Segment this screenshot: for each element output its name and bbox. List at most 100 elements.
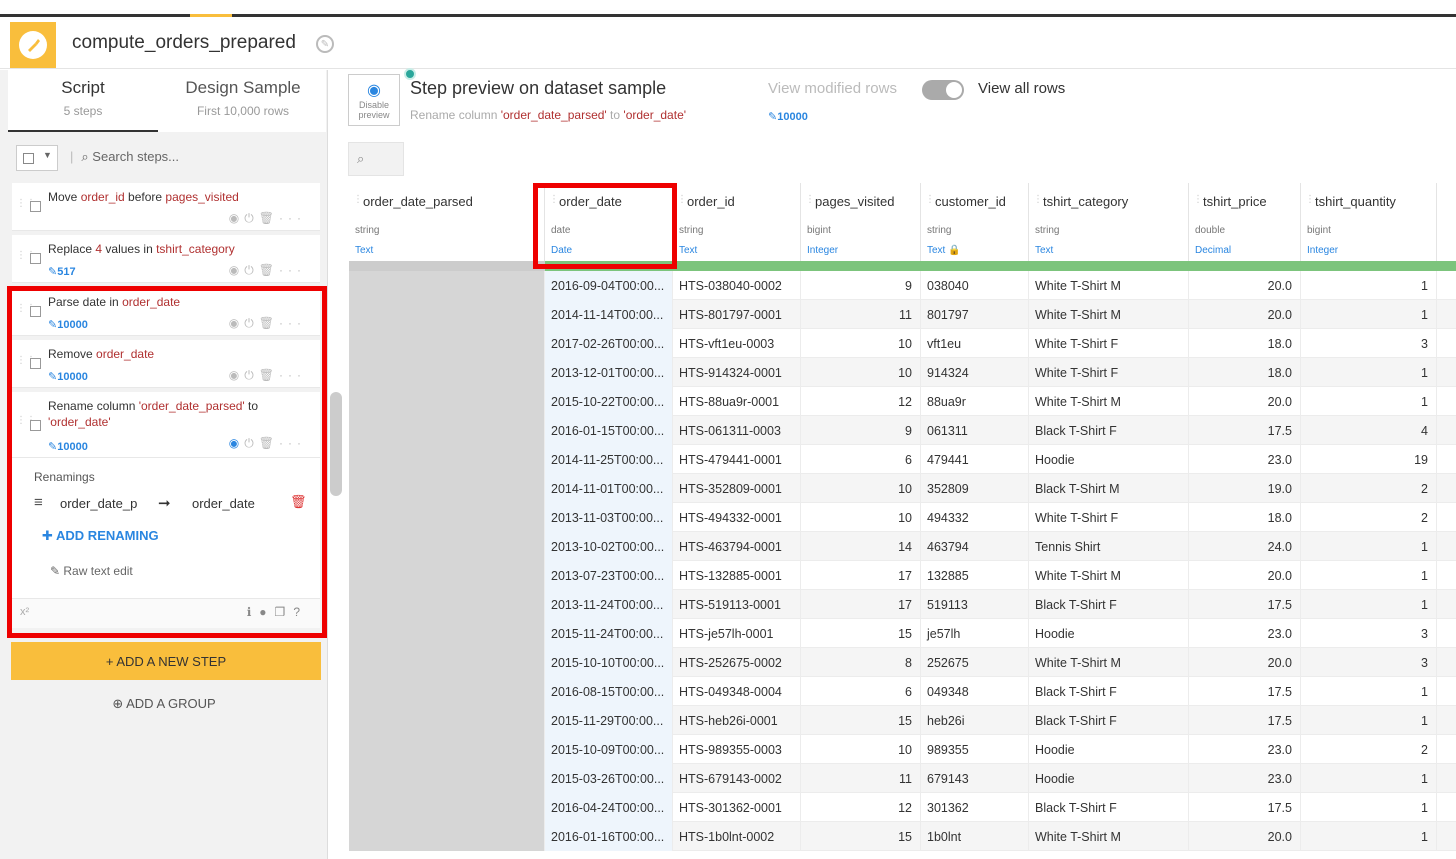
select-all-checkbox[interactable] bbox=[23, 153, 34, 164]
table-cell[interactable]: 18.0 bbox=[1189, 503, 1301, 532]
table-cell[interactable]: 23.0 bbox=[1189, 445, 1301, 474]
column-storage-type[interactable]: date bbox=[551, 225, 570, 236]
table-cell[interactable]: 20.0 bbox=[1189, 648, 1301, 677]
reorder-icon[interactable]: ≡ bbox=[34, 494, 43, 511]
table-cell[interactable]: 23.0 bbox=[1189, 764, 1301, 793]
table-cell[interactable]: 519113 bbox=[921, 590, 1029, 619]
table-cell[interactable]: 20.0 bbox=[1189, 561, 1301, 590]
column-header-order-date-parsed[interactable]: ⋮ order_date_parsed string Text bbox=[349, 183, 545, 261]
table-cell[interactable] bbox=[349, 445, 545, 474]
table-cell[interactable]: 1 bbox=[1301, 677, 1437, 706]
column-meaning[interactable]: Integer bbox=[1307, 245, 1338, 256]
column-storage-type[interactable]: double bbox=[1195, 225, 1225, 236]
column-name[interactable]: order_date_parsed bbox=[363, 194, 473, 209]
table-row[interactable]: 2015-03-26T00:00... HTS-679143-0002 11 6791… bbox=[349, 764, 1456, 793]
table-cell[interactable]: HTS-88ua9r-0001 bbox=[673, 387, 801, 416]
table-cell[interactable] bbox=[349, 706, 545, 735]
table-row[interactable]: 2015-10-22T00:00... HTS-88ua9r-0001 12 88ua… bbox=[349, 387, 1456, 416]
table-cell[interactable]: 2 bbox=[1301, 503, 1437, 532]
renaming-from-input[interactable]: order_date_p bbox=[60, 496, 137, 511]
table-cell[interactable]: 2013-12-01T00:00... bbox=[545, 358, 673, 387]
table-cell[interactable] bbox=[349, 822, 545, 851]
select-all-dropdown[interactable]: ▼ bbox=[16, 145, 58, 171]
drag-handle-icon[interactable]: ⋮ bbox=[677, 194, 687, 205]
table-cell[interactable]: 2013-11-03T00:00... bbox=[545, 503, 673, 532]
table-cell[interactable]: 17.5 bbox=[1189, 706, 1301, 735]
table-cell[interactable]: 10 bbox=[801, 329, 921, 358]
table-cell[interactable]: 17.5 bbox=[1189, 590, 1301, 619]
table-cell[interactable]: HTS-252675-0002 bbox=[673, 648, 801, 677]
step-actions[interactable]: ◉⏻🗑··· bbox=[229, 211, 306, 226]
table-cell[interactable]: White T-Shirt M bbox=[1029, 648, 1189, 677]
table-cell[interactable] bbox=[349, 300, 545, 329]
table-cell[interactable]: HTS-heb26i-0001 bbox=[673, 706, 801, 735]
table-cell[interactable]: 2 bbox=[1301, 735, 1437, 764]
table-cell[interactable]: HTS-519113-0001 bbox=[673, 590, 801, 619]
table-row[interactable]: 2016-08-15T00:00... HTS-049348-0004 6 04934… bbox=[349, 677, 1456, 706]
add-group-button[interactable]: ⊕ ADD A GROUP bbox=[0, 696, 328, 712]
drag-handle-icon[interactable]: ⋮ bbox=[549, 194, 559, 205]
table-cell[interactable]: 18.0 bbox=[1189, 358, 1301, 387]
table-cell[interactable]: 1 bbox=[1301, 561, 1437, 590]
table-row[interactable]: 2016-01-15T00:00... HTS-061311-0003 9 06131… bbox=[349, 416, 1456, 445]
table-cell[interactable]: HTS-061311-0003 bbox=[673, 416, 801, 445]
table-cell[interactable]: Black T-Shirt F bbox=[1029, 706, 1189, 735]
table-cell[interactable]: 15 bbox=[801, 822, 921, 851]
recipe-title[interactable]: compute_orders_prepared bbox=[72, 32, 296, 54]
table-cell[interactable]: HTS-914324-0001 bbox=[673, 358, 801, 387]
table-cell[interactable]: 20.0 bbox=[1189, 822, 1301, 851]
table-cell[interactable]: 20.0 bbox=[1189, 271, 1301, 300]
table-cell[interactable]: 038040 bbox=[921, 271, 1029, 300]
drag-handle-icon[interactable]: ⋮ bbox=[805, 194, 815, 205]
table-cell[interactable] bbox=[349, 271, 545, 300]
table-cell[interactable]: Black T-Shirt M bbox=[1029, 474, 1189, 503]
table-cell[interactable]: Black T-Shirt F bbox=[1029, 590, 1189, 619]
edit-icon[interactable]: ✎ bbox=[316, 35, 334, 53]
table-cell[interactable]: 2013-11-24T00:00... bbox=[545, 590, 673, 619]
table-cell[interactable]: Hoodie bbox=[1029, 735, 1189, 764]
table-cell[interactable]: 2013-07-23T00:00... bbox=[545, 561, 673, 590]
table-cell[interactable]: HTS-049348-0004 bbox=[673, 677, 801, 706]
table-cell[interactable]: 301362 bbox=[921, 793, 1029, 822]
table-cell[interactable]: 12 bbox=[801, 387, 921, 416]
column-storage-type[interactable]: string bbox=[679, 225, 703, 236]
table-cell[interactable]: 801797 bbox=[921, 300, 1029, 329]
column-storage-type[interactable]: string bbox=[927, 225, 951, 236]
table-cell[interactable]: 10 bbox=[801, 474, 921, 503]
table-cell[interactable]: 10 bbox=[801, 735, 921, 764]
column-storage-type[interactable]: bigint bbox=[1307, 225, 1331, 236]
table-cell[interactable] bbox=[349, 532, 545, 561]
table-cell[interactable]: 1b0lnt bbox=[921, 822, 1029, 851]
table-cell[interactable]: 9 bbox=[801, 271, 921, 300]
table-cell[interactable]: je57lh bbox=[921, 619, 1029, 648]
renaming-to-input[interactable]: order_date bbox=[192, 496, 255, 511]
table-cell[interactable]: 479441 bbox=[921, 445, 1029, 474]
table-cell[interactable]: 2014-11-01T00:00... bbox=[545, 474, 673, 503]
table-cell[interactable]: 2015-11-29T00:00... bbox=[545, 706, 673, 735]
table-cell[interactable]: 18.0 bbox=[1189, 329, 1301, 358]
table-cell[interactable] bbox=[349, 619, 545, 648]
table-cell[interactable]: 10 bbox=[801, 503, 921, 532]
column-name[interactable]: order_date bbox=[559, 194, 622, 209]
table-cell[interactable]: 494332 bbox=[921, 503, 1029, 532]
delete-renaming-icon[interactable]: 🗑 bbox=[290, 494, 307, 510]
step-checkbox[interactable] bbox=[30, 306, 41, 317]
table-row[interactable]: 2015-11-24T00:00... HTS-je57lh-0001 15 je57… bbox=[349, 619, 1456, 648]
table-cell[interactable]: 8 bbox=[801, 648, 921, 677]
column-meaning[interactable]: Text bbox=[1035, 245, 1053, 256]
table-cell[interactable] bbox=[349, 358, 545, 387]
table-cell[interactable]: 2016-04-24T00:00... bbox=[545, 793, 673, 822]
table-cell[interactable]: Hoodie bbox=[1029, 764, 1189, 793]
table-cell[interactable]: 10 bbox=[801, 358, 921, 387]
table-cell[interactable]: 9 bbox=[801, 416, 921, 445]
table-cell[interactable]: HTS-801797-0001 bbox=[673, 300, 801, 329]
table-cell[interactable]: HTS-989355-0003 bbox=[673, 735, 801, 764]
table-cell[interactable]: Hoodie bbox=[1029, 619, 1189, 648]
table-cell[interactable]: Black T-Shirt F bbox=[1029, 416, 1189, 445]
table-cell[interactable]: HTS-vft1eu-0003 bbox=[673, 329, 801, 358]
table-cell[interactable]: HTS-1b0lnt-0002 bbox=[673, 822, 801, 851]
table-cell[interactable]: 19 bbox=[1301, 445, 1437, 474]
table-cell[interactable]: 2016-09-04T00:00... bbox=[545, 271, 673, 300]
table-cell[interactable]: 1 bbox=[1301, 590, 1437, 619]
table-cell[interactable] bbox=[349, 764, 545, 793]
